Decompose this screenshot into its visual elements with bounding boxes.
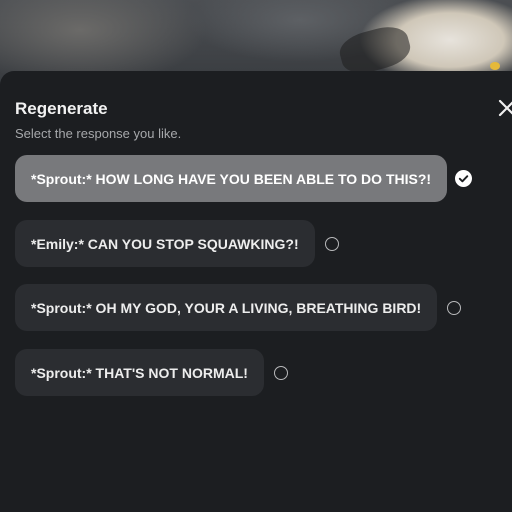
dialog-title: Regenerate	[15, 99, 108, 118]
response-option-3[interactable]: *Sprout:* OH MY GOD, YOUR A LIVING, BREA…	[15, 284, 462, 331]
close-icon[interactable]	[497, 98, 512, 118]
photo-highlight	[490, 62, 500, 70]
response-option-2[interactable]: *Emily:* CAN YOU STOP SQUAWKING?!	[15, 220, 339, 267]
response-bubble[interactable]: *Emily:* CAN YOU STOP SQUAWKING?!	[15, 220, 315, 267]
radio-empty-icon[interactable]	[324, 236, 339, 251]
radio-empty-icon[interactable]	[273, 365, 288, 380]
radio-empty-icon[interactable]	[447, 300, 462, 315]
response-bubble[interactable]: *Sprout:* THAT'S NOT NORMAL!	[15, 349, 264, 396]
response-bubble[interactable]: *Sprout:* OH MY GOD, YOUR A LIVING, BREA…	[15, 284, 438, 331]
regenerate-sheet: Regenerate Select the response you like.…	[0, 71, 512, 512]
dialog-subtitle: Select the response you like.	[15, 126, 182, 141]
response-bubble[interactable]: *Sprout:* HOW LONG HAVE YOU BEEN ABLE TO…	[15, 155, 448, 202]
photo-shadow	[336, 21, 414, 79]
response-option-4[interactable]: *Sprout:* THAT'S NOT NORMAL!	[15, 349, 288, 396]
check-circle-icon[interactable]	[455, 170, 473, 187]
response-option-1[interactable]: *Sprout:* HOW LONG HAVE YOU BEEN ABLE TO…	[15, 155, 473, 202]
